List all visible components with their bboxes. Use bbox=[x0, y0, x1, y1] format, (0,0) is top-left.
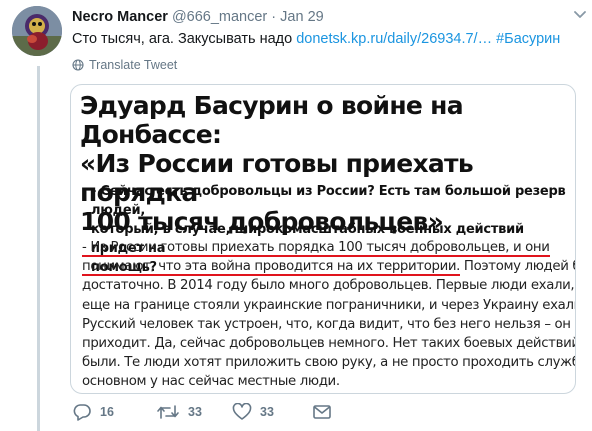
answer-line: еще на границе стояли украинские пограни… bbox=[82, 297, 576, 313]
tweet-date[interactable]: Jan 29 bbox=[280, 9, 324, 25]
user-handle[interactable]: @666_mancer bbox=[172, 9, 267, 25]
translate-label: Translate Tweet bbox=[89, 58, 178, 72]
reply-button[interactable]: 16 bbox=[72, 403, 114, 421]
tweet-text-body: Сто тысяч, ага. Закусывать надо bbox=[72, 31, 297, 47]
like-icon bbox=[232, 403, 252, 420]
translate-tweet-link[interactable]: Translate Tweet bbox=[72, 57, 177, 73]
message-icon bbox=[313, 405, 331, 419]
answer-line: - Из России готовы приехать порядка 100 … bbox=[82, 238, 570, 257]
underlined-quote: понимают, что эта война проводится на их… bbox=[82, 259, 461, 277]
chevron-down-icon[interactable] bbox=[574, 10, 586, 20]
answer-line: Русский человек так устроен, что, когда … bbox=[82, 316, 571, 332]
separator-dot: · bbox=[271, 9, 277, 25]
avatar[interactable] bbox=[12, 6, 62, 56]
retweet-button[interactable]: 33 bbox=[156, 403, 202, 421]
answer-line: приходит. Да, сейчас добровольцев немног… bbox=[82, 336, 576, 352]
tweet-actions: 16 33 33 bbox=[72, 403, 372, 425]
direct-message-button[interactable] bbox=[312, 403, 332, 421]
answer-text: Поэтому людей будет bbox=[463, 259, 575, 275]
tweet-text: Сто тысяч, ага. Закусывать надо donetsk.… bbox=[72, 29, 582, 49]
like-count: 33 bbox=[260, 405, 274, 419]
display-name[interactable]: Necro Mancer bbox=[72, 9, 168, 25]
retweet-icon bbox=[157, 405, 179, 419]
answer-line: были. Те люди хотят приложить свою руку,… bbox=[82, 355, 576, 371]
tweet-header: Necro Mancer @666_mancer · Jan 29 bbox=[72, 7, 582, 27]
underlined-quote: - Из России готовы приехать порядка 100 … bbox=[82, 240, 550, 257]
answer-line: понимают, что эта война проводится на их… bbox=[82, 257, 575, 277]
thread-line bbox=[37, 66, 40, 431]
retweet-count: 33 bbox=[188, 405, 202, 419]
question-line: - Сейчас есть добровольцы из России? Ест… bbox=[91, 184, 566, 218]
answer-line: достаточно. В 2014 году было много добро… bbox=[82, 278, 576, 294]
globe-icon bbox=[72, 59, 84, 71]
reply-icon bbox=[73, 404, 91, 421]
like-button[interactable]: 33 bbox=[232, 403, 274, 421]
attached-image[interactable]: Эдуард Басурин о войне на Донбассе: «Из … bbox=[70, 84, 576, 394]
answer-line: основном у нас сейчас местные люди. bbox=[82, 374, 340, 390]
interview-answer: - Из России готовы приехать порядка 100 … bbox=[82, 238, 576, 392]
hashtag-link[interactable]: #Басурин bbox=[496, 31, 560, 47]
headline-line: Эдуард Басурин о войне на Донбассе: bbox=[80, 91, 464, 149]
reply-count: 16 bbox=[100, 405, 114, 419]
tweet-link[interactable]: donetsk.kp.ru/daily/26934.7/… bbox=[296, 31, 492, 47]
